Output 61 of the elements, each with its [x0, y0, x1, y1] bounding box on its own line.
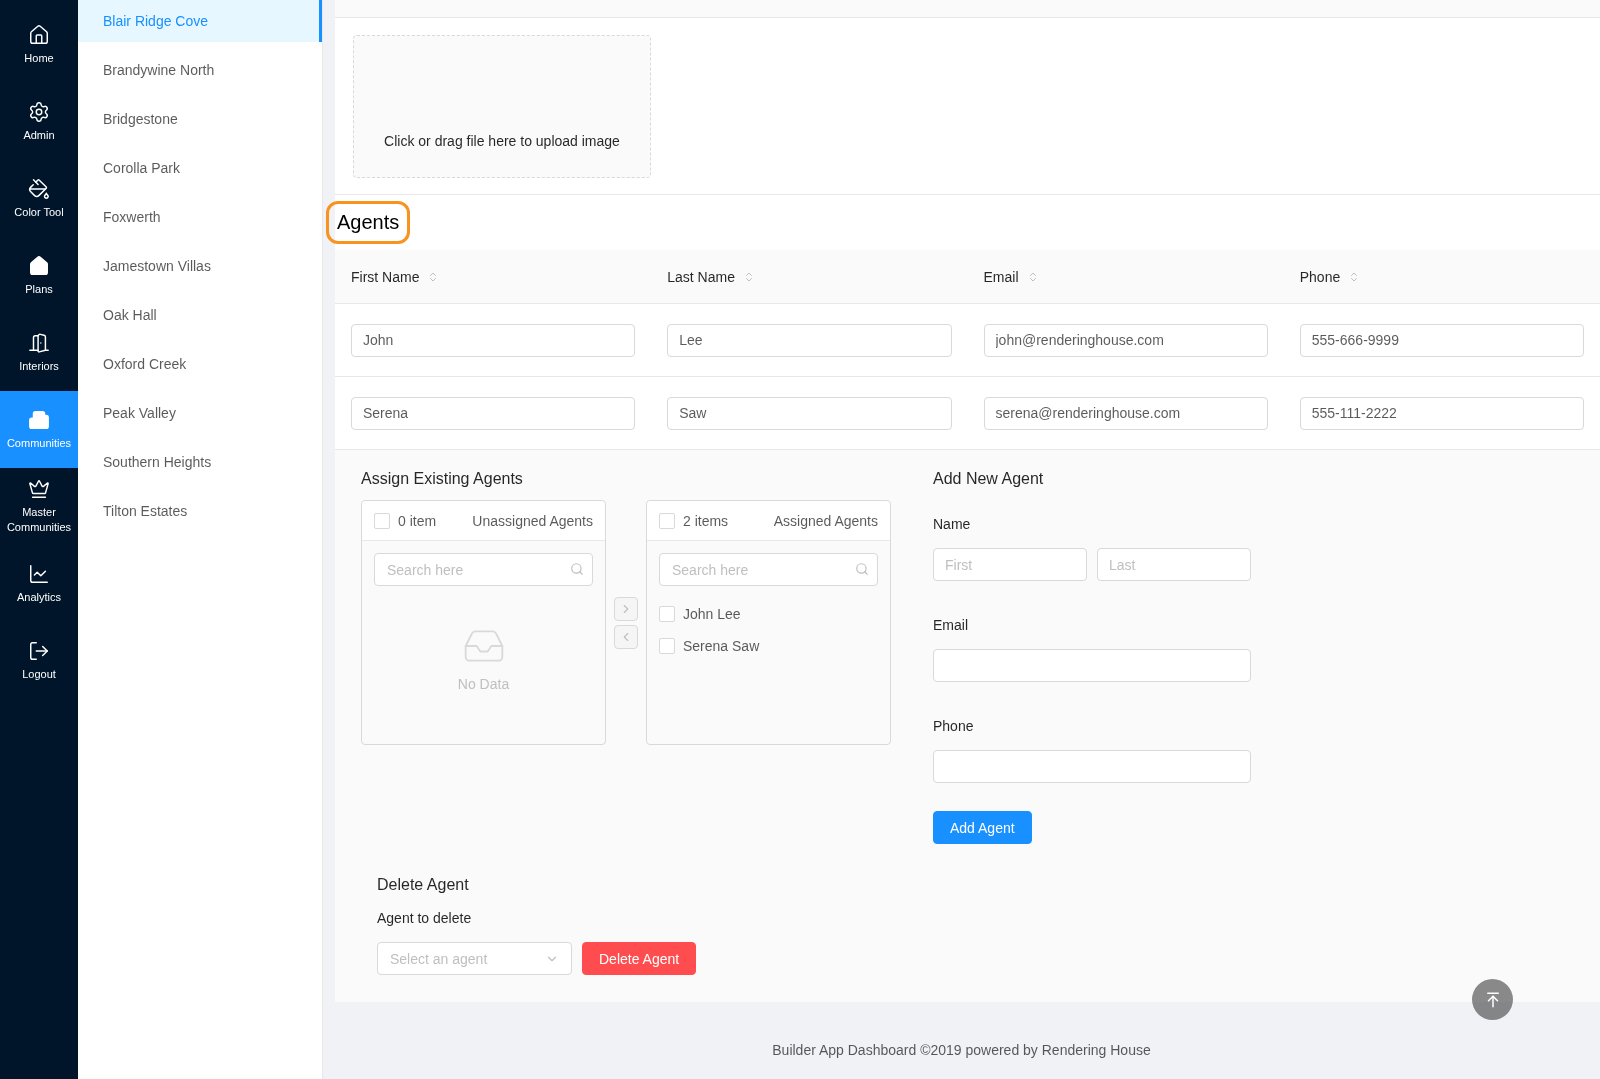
- nav-icon: [28, 408, 50, 431]
- nav-item[interactable]: Interiors: [0, 314, 78, 391]
- nav-icon: [28, 562, 50, 585]
- move-right-button[interactable]: [614, 596, 638, 621]
- list-title: Assigned Agents: [773, 512, 878, 529]
- nav-icon: [28, 23, 50, 46]
- nav-icon: [28, 177, 50, 200]
- section-title: Assign Existing Agents: [361, 470, 524, 488]
- item-count: 0 item: [398, 512, 438, 529]
- nav-item[interactable]: Master Communities: [0, 468, 78, 545]
- nav-item[interactable]: Color Tool: [0, 160, 78, 237]
- search-icon: [570, 562, 584, 576]
- list-item[interactable]: Serena Saw: [683, 638, 760, 654]
- table-input-field[interactable]: John: [351, 323, 636, 357]
- list-title: Unassigned Agents: [472, 512, 593, 529]
- nav-item[interactable]: Analytics: [0, 545, 78, 622]
- column-header: Last Name: [667, 268, 735, 285]
- column-header: Phone: [1299, 268, 1341, 285]
- table-input-field[interactable]: Serena: [351, 396, 636, 430]
- search-field[interactable]: Search here: [659, 553, 878, 586]
- field-label: Email: [933, 617, 969, 633]
- field-label: Name: [933, 516, 972, 532]
- nav-item[interactable]: Plans: [0, 237, 78, 314]
- email-field[interactable]: [933, 649, 1251, 682]
- nav-item[interactable]: Home: [0, 6, 78, 83]
- item-count: 2 items: [683, 512, 730, 529]
- footer-text: Builder App Dashboard ©2019 powered by Rendering House: [772, 1041, 1151, 1058]
- back-to-top-button[interactable]: [1472, 979, 1513, 1020]
- nav-icon: [28, 100, 50, 123]
- nav-icon: [28, 478, 50, 500]
- checkbox[interactable]: [659, 606, 675, 622]
- nav-item[interactable]: Admin: [0, 83, 78, 160]
- table-input-field[interactable]: john@renderinghouse.com: [983, 323, 1268, 357]
- column-header: Email: [983, 268, 1019, 285]
- phone-field[interactable]: [933, 750, 1251, 783]
- nav-item[interactable]: Logout: [0, 622, 78, 699]
- nav-icon: [28, 639, 50, 662]
- table-input-field[interactable]: Lee: [667, 323, 952, 357]
- field-label: Phone: [933, 718, 975, 734]
- section-title: Agents: [326, 201, 411, 244]
- first-name-field[interactable]: First: [933, 548, 1087, 581]
- checkbox[interactable]: [659, 512, 675, 529]
- checkbox[interactable]: [659, 638, 675, 654]
- table-input-field[interactable]: 555-666-9999: [1299, 323, 1584, 357]
- nav-icon: [28, 254, 50, 277]
- search-field[interactable]: Search here: [374, 553, 593, 586]
- section-title: Delete Agent: [377, 876, 470, 894]
- field-label: Agent to delete: [377, 910, 473, 926]
- table-input-field[interactable]: Saw: [667, 396, 952, 430]
- search-icon: [855, 562, 869, 576]
- last-name-field[interactable]: Last: [1097, 548, 1251, 581]
- list-item[interactable]: John Lee: [683, 606, 741, 622]
- table-input-field[interactable]: serena@renderinghouse.com: [983, 396, 1268, 430]
- move-left-button[interactable]: [614, 624, 638, 649]
- section-title: Add New Agent: [933, 470, 1045, 488]
- upload-dropzone[interactable]: Click or drag file here to upload image: [353, 35, 651, 178]
- table-input-field[interactable]: 555-111-2222: [1299, 396, 1584, 430]
- checkbox[interactable]: [374, 512, 390, 529]
- empty-text: No Data: [457, 676, 510, 692]
- column-header: First Name: [351, 268, 420, 285]
- nav-icon: [28, 331, 50, 354]
